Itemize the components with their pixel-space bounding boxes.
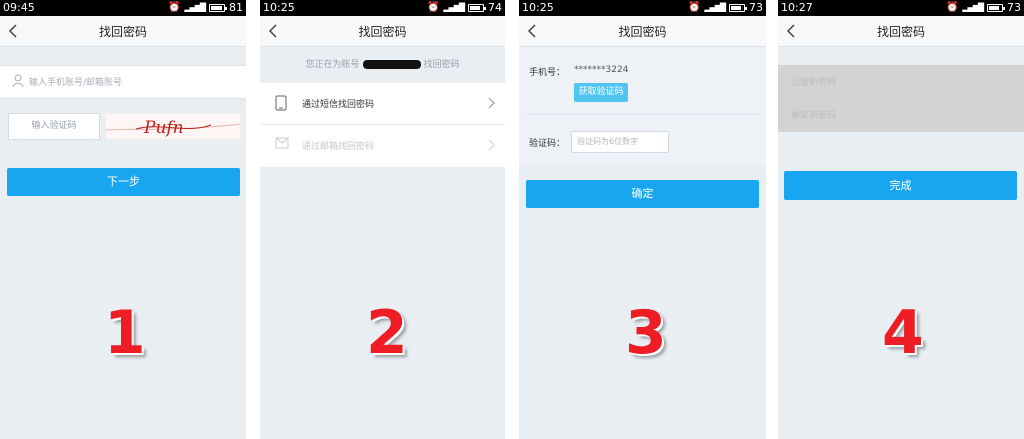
step-number: 2 — [366, 298, 408, 368]
title-bar: 找回密码 — [260, 16, 505, 47]
chevron-right-icon — [488, 97, 495, 109]
status-time: 10:25 — [263, 1, 295, 14]
next-button[interactable]: 下一步 — [7, 168, 240, 196]
confirm-button[interactable]: 确定 — [526, 180, 759, 208]
option-email[interactable]: 通过邮箱找回密码 — [260, 125, 505, 167]
captcha-code-input[interactable]: 输入验证码 — [8, 113, 100, 140]
battery-icon — [987, 4, 1005, 12]
battery-level: 74 — [488, 1, 502, 14]
repeat-password-input[interactable]: 重复新密码 — [791, 108, 836, 121]
get-code-button[interactable]: 获取验证码 — [574, 83, 628, 102]
captcha-image[interactable]: Pufn — [105, 113, 241, 140]
new-password-input[interactable]: 设置新密码 — [791, 75, 836, 88]
code-label: 验证码： — [529, 139, 566, 149]
info-suffix: 找回密码 — [423, 60, 460, 70]
step-number: 4 — [882, 298, 924, 368]
info-prefix: 您正在为账号 — [305, 60, 360, 70]
status-bar: 10:25 ⏰ ▂▄▆█ 74 — [260, 0, 505, 16]
signal-icon: ▂▄▆█ — [704, 3, 726, 12]
password-panel: 设置新密码 重复新密码 — [778, 65, 1024, 132]
screen-step-4: 10:27 ⏰ ▂▄▆█ 73 找回密码 设置新密码 重复新密码 完成 4 — [778, 0, 1024, 439]
status-time: 09:45 — [3, 1, 35, 14]
alarm-icon: ⏰ — [426, 2, 440, 13]
user-icon — [12, 74, 24, 88]
alarm-icon: ⏰ — [687, 2, 701, 13]
battery-level: 73 — [1007, 1, 1021, 14]
alarm-icon: ⏰ — [945, 2, 959, 13]
title-bar: 找回密码 — [778, 16, 1024, 47]
screen-step-3: 10:25 ⏰ ▂▄▆█ 73 找回密码 手机号： *******3224 获取… — [519, 0, 766, 439]
mail-icon — [275, 137, 289, 149]
status-bar: 10:27 ⏰ ▂▄▆█ 73 — [778, 0, 1024, 16]
battery-icon — [468, 4, 486, 12]
option-sms[interactable]: 通过短信找回密码 — [260, 83, 505, 125]
page-title: 找回密码 — [876, 25, 925, 39]
page-title: 找回密码 — [98, 25, 147, 39]
signal-icon: ▂▄▆█ — [962, 3, 984, 12]
recovery-options: 通过短信找回密码 通过邮箱找回密码 — [260, 83, 505, 167]
battery-icon — [209, 4, 227, 12]
screen-step-1: 09:45 ⏰ ▂▄▆█ 81 找回密码 输入手机账号/邮箱账号 输入验证码 P… — [0, 0, 246, 439]
option-label: 通过短信找回密码 — [302, 100, 375, 110]
divider — [527, 114, 758, 115]
battery-level: 73 — [749, 1, 763, 14]
redacted-account — [362, 60, 421, 69]
title-bar: 找回密码 — [519, 16, 766, 47]
account-input[interactable]: 输入手机账号/邮箱账号 — [0, 65, 246, 99]
step-number: 3 — [625, 298, 667, 368]
status-time: 10:25 — [522, 1, 554, 14]
option-label: 通过邮箱找回密码 — [302, 142, 375, 152]
page-title: 找回密码 — [358, 25, 407, 39]
step-number: 1 — [104, 298, 146, 368]
verification-code-input[interactable]: 验证码为6位数字 — [571, 131, 669, 153]
signal-icon: ▂▄▆█ — [443, 3, 465, 12]
status-bar: 09:45 ⏰ ▂▄▆█ 81 — [0, 0, 246, 16]
status-bar: 10:25 ⏰ ▂▄▆█ 73 — [519, 0, 766, 16]
screen-step-2: 10:25 ⏰ ▂▄▆█ 74 找回密码 您正在为账号 找回密码 通过短信找回密码… — [260, 0, 505, 439]
account-info: 您正在为账号 找回密码 — [260, 57, 505, 70]
title-bar: 找回密码 — [0, 16, 246, 47]
alarm-icon: ⏰ — [167, 2, 181, 13]
page-title: 找回密码 — [618, 25, 667, 39]
phone-label: 手机号： — [529, 68, 566, 78]
battery-level: 81 — [229, 1, 243, 14]
chevron-right-icon — [488, 139, 495, 151]
battery-icon — [729, 4, 747, 12]
done-button[interactable]: 完成 — [784, 171, 1017, 200]
signal-icon: ▂▄▆█ — [184, 3, 206, 12]
phone-value: *******3224 — [574, 65, 629, 75]
phone-icon — [275, 95, 287, 111]
status-time: 10:27 — [781, 1, 813, 14]
account-placeholder: 输入手机账号/邮箱账号 — [29, 78, 123, 88]
